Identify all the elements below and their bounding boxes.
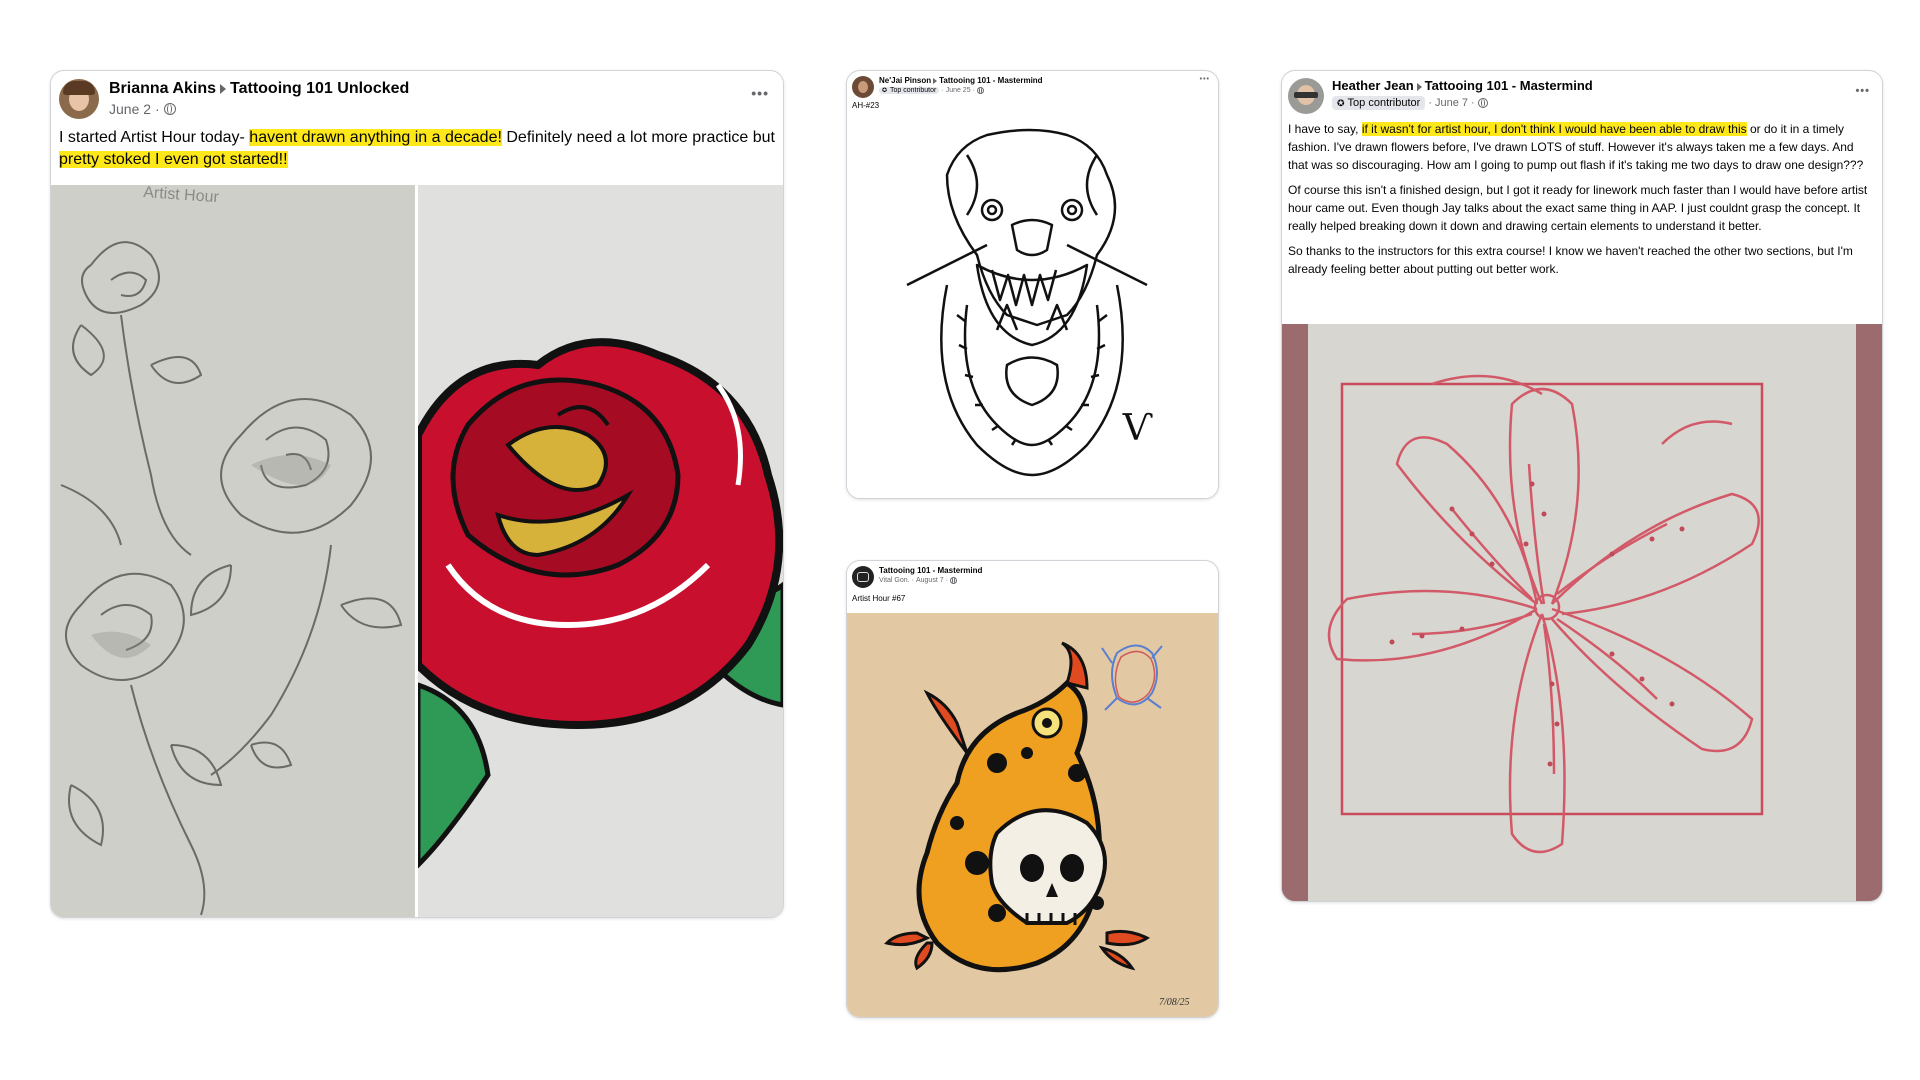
panther-linework-illustration: Ѵ [906, 128, 1153, 477]
artist-signature: Ѵ [1122, 408, 1153, 449]
post-date[interactable]: June 7 [1435, 97, 1468, 109]
arrow-right-icon [1416, 82, 1422, 91]
top-contributor-badge: ✪ Top contributor [879, 87, 940, 94]
post-card-nejai: Ne'Jai Pinson Tattooing 101 - Mastermind … [846, 70, 1219, 499]
globe-icon [1477, 98, 1488, 108]
post-card-brianna: Brianna Akins Tattooing 101 Unlocked June… [50, 70, 784, 918]
post-photo-pencil-roses[interactable]: Artist Hour [51, 185, 415, 917]
globe-icon [163, 103, 176, 115]
author-name[interactable]: Heather Jean [1332, 78, 1414, 93]
badge-icon: ✪ [882, 88, 888, 94]
arrow-right-icon [220, 83, 226, 94]
author-name[interactable]: Ne'Jai Pinson [879, 76, 931, 85]
post-photo-painted-rose[interactable] [418, 185, 783, 917]
frog-skull-flash-illustration: 7/08/25 [847, 613, 1218, 1017]
arrow-right-icon [933, 77, 938, 84]
post-photo-frog-skull[interactable]: 7/08/25 [847, 613, 1218, 1017]
group-name[interactable]: Tattooing 101 Unlocked [230, 80, 409, 97]
globe-icon [949, 577, 957, 584]
more-options-icon[interactable]: ••• [1200, 76, 1210, 83]
author-name[interactable]: Brianna Akins [109, 80, 216, 97]
author-name[interactable]: Tattooing 101 - Mastermind [879, 566, 982, 575]
lily-sketch-illustration [1282, 324, 1882, 901]
artwork-date: 7/08/25 [1159, 997, 1190, 1008]
post-photo-lily-sketch[interactable] [1282, 324, 1882, 901]
pencil-roses-illustration: Artist Hour [51, 185, 415, 917]
badge-icon: ✪ [1337, 97, 1345, 108]
avatar[interactable] [59, 79, 99, 119]
post-text: I started Artist Hour today- havent draw… [59, 129, 775, 168]
post-card-heather: Heather Jean Tattooing 101 - Mastermind ✪… [1281, 70, 1883, 902]
more-options-icon[interactable]: ••• [1855, 85, 1870, 97]
post-date[interactable]: June 25 [946, 87, 971, 94]
more-options-icon[interactable]: ••• [751, 85, 769, 101]
painted-rose-illustration [418, 185, 783, 917]
post-paragraph: So thanks to the instructors for this ex… [1288, 244, 1853, 276]
post-text: Artist Hour #67 [852, 594, 906, 603]
group-name[interactable]: Tattooing 101 - Mastermind [939, 76, 1042, 85]
top-contributor-badge: ✪ Top contributor [1332, 96, 1426, 110]
group-name[interactable]: Tattooing 101 - Mastermind [1425, 78, 1593, 93]
post-card-mastermind: Tattooing 101 - Mastermind Vital Gon. · Au… [846, 560, 1219, 1018]
post-date[interactable]: June 2 [109, 101, 151, 117]
post-text: AH-#23 [852, 101, 880, 110]
post-photo-panther[interactable]: Ѵ [847, 115, 1218, 498]
post-paragraph: I have to say, if it wasn't for artist h… [1288, 122, 1864, 172]
avatar[interactable] [852, 566, 874, 588]
avatar[interactable] [852, 76, 874, 98]
post-paragraph: Of course this isn't a finished design, … [1288, 183, 1868, 233]
avatar[interactable] [1288, 78, 1324, 114]
byline[interactable]: Vital Gon. [879, 577, 910, 584]
post-date[interactable]: August 7 [916, 577, 944, 584]
post-text: I have to say, if it wasn't for artist h… [1282, 114, 1882, 278]
globe-icon [976, 87, 984, 94]
